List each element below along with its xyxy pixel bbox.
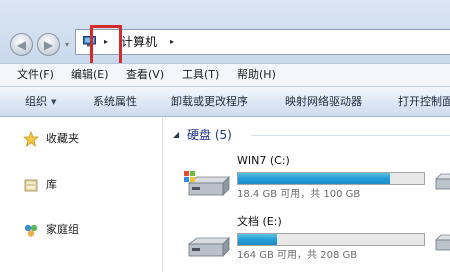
open-control-panel-button[interactable]: 打开控制面板 bbox=[398, 94, 450, 110]
chevron-down-icon: ▼ bbox=[51, 98, 57, 106]
explorer-window: ◀ ▶ ▾ ▸ 计算机 ▸ 文件(F) 编辑(E) 查看(V) 工具(T) 帮助… bbox=[0, 0, 450, 272]
homegroup-icon bbox=[24, 224, 38, 237]
forward-arrow-icon: ▶ bbox=[43, 37, 54, 52]
system-properties-button[interactable]: 系统属性 bbox=[93, 94, 137, 110]
group-header-hard-drives[interactable]: 硬盘 (5) bbox=[187, 126, 232, 144]
usage-bar-e bbox=[237, 233, 425, 246]
nav-item-homegroup[interactable]: 家庭组 bbox=[23, 221, 153, 239]
back-button[interactable]: ◀ bbox=[10, 33, 33, 56]
map-network-drive-button[interactable]: 映射网络驱动器 bbox=[285, 94, 362, 110]
group-divider bbox=[251, 135, 450, 136]
collapse-caret-icon[interactable]: ◢ bbox=[173, 130, 183, 140]
organize-label: 组织 bbox=[25, 95, 47, 108]
usage-bar-c bbox=[237, 172, 425, 185]
drive-size-e: 164 GB 可用，共 208 GB bbox=[237, 250, 358, 261]
nav-item-library[interactable]: 库 bbox=[23, 176, 153, 194]
command-toolbar: 组织 ▼ 系统属性 卸载或更改程序 映射网络驱动器 打开控制面板 bbox=[0, 87, 450, 117]
forward-button[interactable]: ▶ bbox=[37, 33, 60, 56]
library-icon bbox=[24, 179, 38, 192]
system-drive-icon bbox=[184, 171, 230, 196]
menu-edit[interactable]: 编辑(E) bbox=[71, 67, 109, 83]
menu-file[interactable]: 文件(F) bbox=[17, 67, 54, 83]
usage-fill-e bbox=[238, 234, 278, 245]
back-arrow-icon: ◀ bbox=[16, 37, 27, 52]
breadcrumb-computer-arrow[interactable]: ▸ bbox=[166, 34, 178, 50]
usage-fill-c bbox=[238, 173, 390, 184]
breadcrumb-computer[interactable]: 计算机 bbox=[121, 34, 157, 50]
hard-drive-icon bbox=[187, 237, 230, 257]
drive-size-c: 18.4 GB 可用，共 100 GB bbox=[237, 189, 361, 200]
hard-drive-icon[interactable] bbox=[433, 232, 450, 254]
menu-help[interactable]: 帮助(H) bbox=[237, 67, 276, 83]
drive-name-c: WIN7 (C:) bbox=[237, 154, 290, 167]
drive-item-e[interactable]: 文档 (E:) 164 GB 可用，共 208 GB bbox=[183, 214, 450, 272]
navigation-pane: 收藏夹 库 家庭组 bbox=[0, 117, 163, 272]
hard-drive-icon[interactable] bbox=[433, 171, 450, 193]
uninstall-program-button[interactable]: 卸载或更改程序 bbox=[171, 94, 248, 110]
nav-item-favorites[interactable]: 收藏夹 bbox=[23, 130, 153, 148]
menu-tools[interactable]: 工具(T) bbox=[182, 67, 219, 83]
menu-bar: 文件(F) 编辑(E) 查看(V) 工具(T) 帮助(H) bbox=[0, 63, 450, 87]
star-icon bbox=[23, 131, 39, 147]
organize-button[interactable]: 组织 ▼ bbox=[25, 94, 56, 110]
address-bar-area: ◀ ▶ ▾ ▸ 计算机 ▸ bbox=[0, 0, 450, 70]
address-box[interactable]: ▸ 计算机 ▸ bbox=[75, 29, 450, 55]
nav-label-library: 库 bbox=[46, 178, 57, 191]
menu-view[interactable]: 查看(V) bbox=[126, 67, 164, 83]
nav-label-homegroup: 家庭组 bbox=[46, 223, 79, 236]
drive-name-e: 文档 (E:) bbox=[237, 215, 282, 228]
drive-item-c[interactable]: WIN7 (C:) 18.4 GB 可用，共 100 GB bbox=[183, 153, 450, 213]
recent-pages-dropdown[interactable]: ▾ bbox=[63, 41, 71, 49]
content-pane: ◢ 硬盘 (5) WIN7 (C:) 18.4 GB 可用，共 100 GB 文… bbox=[163, 117, 450, 272]
nav-label-favorites: 收藏夹 bbox=[46, 132, 79, 145]
